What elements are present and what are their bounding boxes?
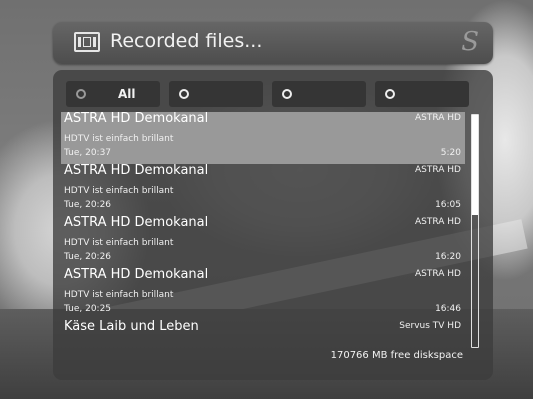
recording-datetime: Tue, 20:37 [64,148,112,158]
filter-button-2[interactable] [169,81,263,107]
sky-logo-icon: S [461,27,479,57]
recording-name: ASTRA HD Demokanal [64,267,209,282]
recording-description: HDTV ist einfach brillant [64,134,174,144]
recording-datetime: Tue, 20:26 [64,200,112,210]
page-title: Recorded files... [110,30,263,52]
radio-icon [179,89,189,99]
recording-channel: ASTRA HD [415,113,461,123]
filter-label: All [118,87,136,101]
filter-button-3[interactable] [272,81,366,107]
recording-name: ASTRA HD Demokanal [64,163,209,178]
recordings-panel: All ASTRA HD Demokanal ASTRA HD HDTV ist… [53,70,493,380]
recording-channel: ASTRA HD [415,165,461,175]
recording-duration: 16:46 [435,304,461,314]
recording-channel: Servus TV HD [399,321,461,331]
recording-item[interactable]: ASTRA HD Demokanal ASTRA HD HDTV ist ein… [61,215,465,268]
recording-name: ASTRA HD Demokanal [64,111,209,126]
recording-duration: 16:20 [435,252,461,262]
recording-channel: ASTRA HD [415,217,461,227]
recording-item[interactable]: Käse Laib und Leben Servus TV HD [61,319,465,340]
recording-item[interactable]: ASTRA HD Demokanal ASTRA HD HDTV ist ein… [61,111,465,164]
radio-icon [385,89,395,99]
recording-description: HDTV ist einfach brillant [64,186,174,196]
filter-button-4[interactable] [375,81,469,107]
recordings-list: ASTRA HD Demokanal ASTRA HD HDTV ist ein… [61,111,465,334]
recording-datetime: Tue, 20:26 [64,252,112,262]
scrollbar-thumb[interactable] [472,115,478,215]
diskspace-status: 170766 MB free diskspace [330,350,463,361]
radio-icon [76,89,86,99]
filter-all-button[interactable]: All [66,81,160,107]
recording-datetime: Tue, 20:25 [64,304,112,314]
recording-item[interactable]: ASTRA HD Demokanal ASTRA HD HDTV ist ein… [61,163,465,216]
title-bar: Recorded files... S [53,22,493,64]
film-icon [74,32,100,52]
radio-icon [282,89,292,99]
recording-name: ASTRA HD Demokanal [64,215,209,230]
recording-channel: ASTRA HD [415,269,461,279]
scrollbar[interactable] [471,114,479,348]
recording-name: Käse Laib und Leben [64,319,199,334]
recording-description: HDTV ist einfach brillant [64,290,174,300]
recording-duration: 5:20 [440,148,461,158]
recording-description: HDTV ist einfach brillant [64,238,174,248]
recording-item[interactable]: ASTRA HD Demokanal ASTRA HD HDTV ist ein… [61,267,465,320]
recording-duration: 16:05 [435,200,461,210]
